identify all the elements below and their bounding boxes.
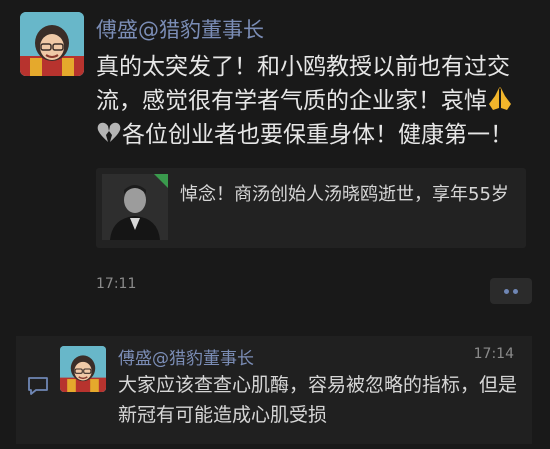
comment-icon[interactable] <box>26 374 50 398</box>
link-title: 悼念！商汤创始人汤晓鸥逝世，享年55岁 <box>180 184 509 205</box>
comment-time: 17:14 <box>473 346 514 362</box>
post-author[interactable]: 傅盛@猎豹董事长 <box>96 14 264 44</box>
comment-box: 傅盛@猎豹董事长 17:14 大家应该查查心肌酶，容易被忽略的指标，但是新冠有可… <box>16 336 532 444</box>
more-button[interactable] <box>490 278 532 304</box>
folded-hands-icon <box>487 86 513 112</box>
post-time: 17:11 <box>96 276 137 292</box>
dot-icon <box>513 288 518 294</box>
link-card[interactable]: 悼念！商汤创始人汤晓鸥逝世，享年55岁 <box>96 168 526 248</box>
comment-avatar[interactable] <box>60 346 106 392</box>
dot-icon <box>504 288 509 294</box>
post-text: 真的太突发了！和小鸥教授以前也有过交流，感觉很有学者气质的企业家！哀悼 各位创业… <box>96 50 532 152</box>
comment-author[interactable]: 傅盛@猎豹董事长 <box>118 344 254 369</box>
link-thumbnail <box>102 174 168 240</box>
post-text-part1: 真的太突发了！和小鸥教授以前也有过交流，感觉很有学者气质的企业家！哀悼 <box>96 54 510 114</box>
avatar[interactable] <box>20 12 84 76</box>
broken-heart-icon <box>96 120 122 146</box>
post-text-part2: 各位创业者也要保重身体！健康第一！ <box>122 122 513 148</box>
comment-text: 大家应该查查心肌酶，容易被忽略的指标，但是新冠有可能造成心肌受损 <box>118 374 518 426</box>
